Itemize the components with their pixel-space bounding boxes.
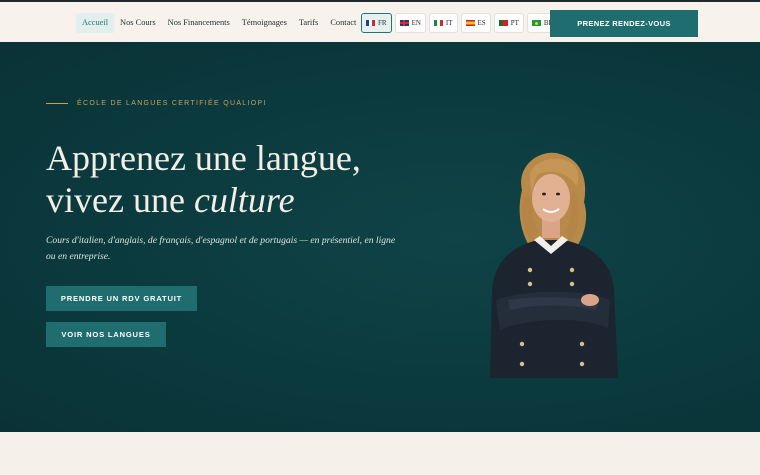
free-appointment-button[interactable]: PRENDRE UN RDV GRATUIT bbox=[46, 286, 197, 311]
uk-flag-icon bbox=[399, 20, 409, 26]
br-flag-icon bbox=[531, 20, 541, 26]
lang-button-it[interactable]: IT bbox=[428, 13, 458, 33]
nav-item-temoignages[interactable]: Témoignages bbox=[236, 13, 293, 33]
teacher-portrait bbox=[490, 152, 618, 378]
next-section bbox=[0, 432, 760, 475]
nav-item-tarifs[interactable]: Tarifs bbox=[293, 13, 324, 33]
it-flag-icon bbox=[433, 20, 443, 26]
hero-headline: Apprenez une langue, vivez une culture bbox=[46, 137, 446, 221]
main-nav: Accueil Nos Cours Nos Financements Témoi… bbox=[76, 12, 362, 34]
eyebrow-text: ÉCOLE DE LANGUES CERTIFIÉE QUALIOPI bbox=[77, 100, 267, 107]
pt-flag-icon bbox=[498, 20, 508, 26]
nav-item-accueil[interactable]: Accueil bbox=[76, 13, 115, 33]
nav-item-nos-cours[interactable]: Nos Cours bbox=[114, 13, 162, 33]
es-flag-icon bbox=[465, 20, 475, 26]
book-appointment-button[interactable]: PRENEZ RENDEZ-VOUS bbox=[550, 10, 698, 37]
site-header: Accueil Nos Cours Nos Financements Témoi… bbox=[0, 2, 760, 42]
language-switcher: FR EN IT ES PT BR bbox=[361, 13, 561, 33]
nav-item-contact[interactable]: Contact bbox=[324, 13, 362, 33]
lang-code: FR bbox=[378, 19, 387, 27]
lang-button-pt[interactable]: PT bbox=[493, 13, 524, 33]
lang-button-fr[interactable]: FR bbox=[361, 13, 392, 33]
headline-line-2-prefix: vivez une bbox=[46, 180, 194, 220]
hero-eyebrow: ÉCOLE DE LANGUES CERTIFIÉE QUALIOPI bbox=[46, 100, 267, 107]
lang-button-es[interactable]: ES bbox=[460, 13, 491, 33]
lang-code: PT bbox=[510, 19, 519, 27]
eyebrow-divider bbox=[46, 103, 68, 104]
headline-line-2-emphasis: culture bbox=[193, 180, 295, 220]
fr-flag-icon bbox=[366, 20, 375, 26]
nav-item-nos-financements[interactable]: Nos Financements bbox=[162, 13, 236, 33]
lang-button-en[interactable]: EN bbox=[394, 13, 426, 33]
view-languages-button[interactable]: VOIR NOS LANGUES bbox=[46, 322, 166, 347]
hero-subtitle: Cours d'italien, d'anglais, de français,… bbox=[46, 235, 396, 262]
lang-code: EN bbox=[411, 19, 421, 27]
lang-code: IT bbox=[445, 19, 453, 27]
lang-code: ES bbox=[477, 19, 486, 27]
headline-line-1: Apprenez une langue, bbox=[46, 138, 361, 178]
